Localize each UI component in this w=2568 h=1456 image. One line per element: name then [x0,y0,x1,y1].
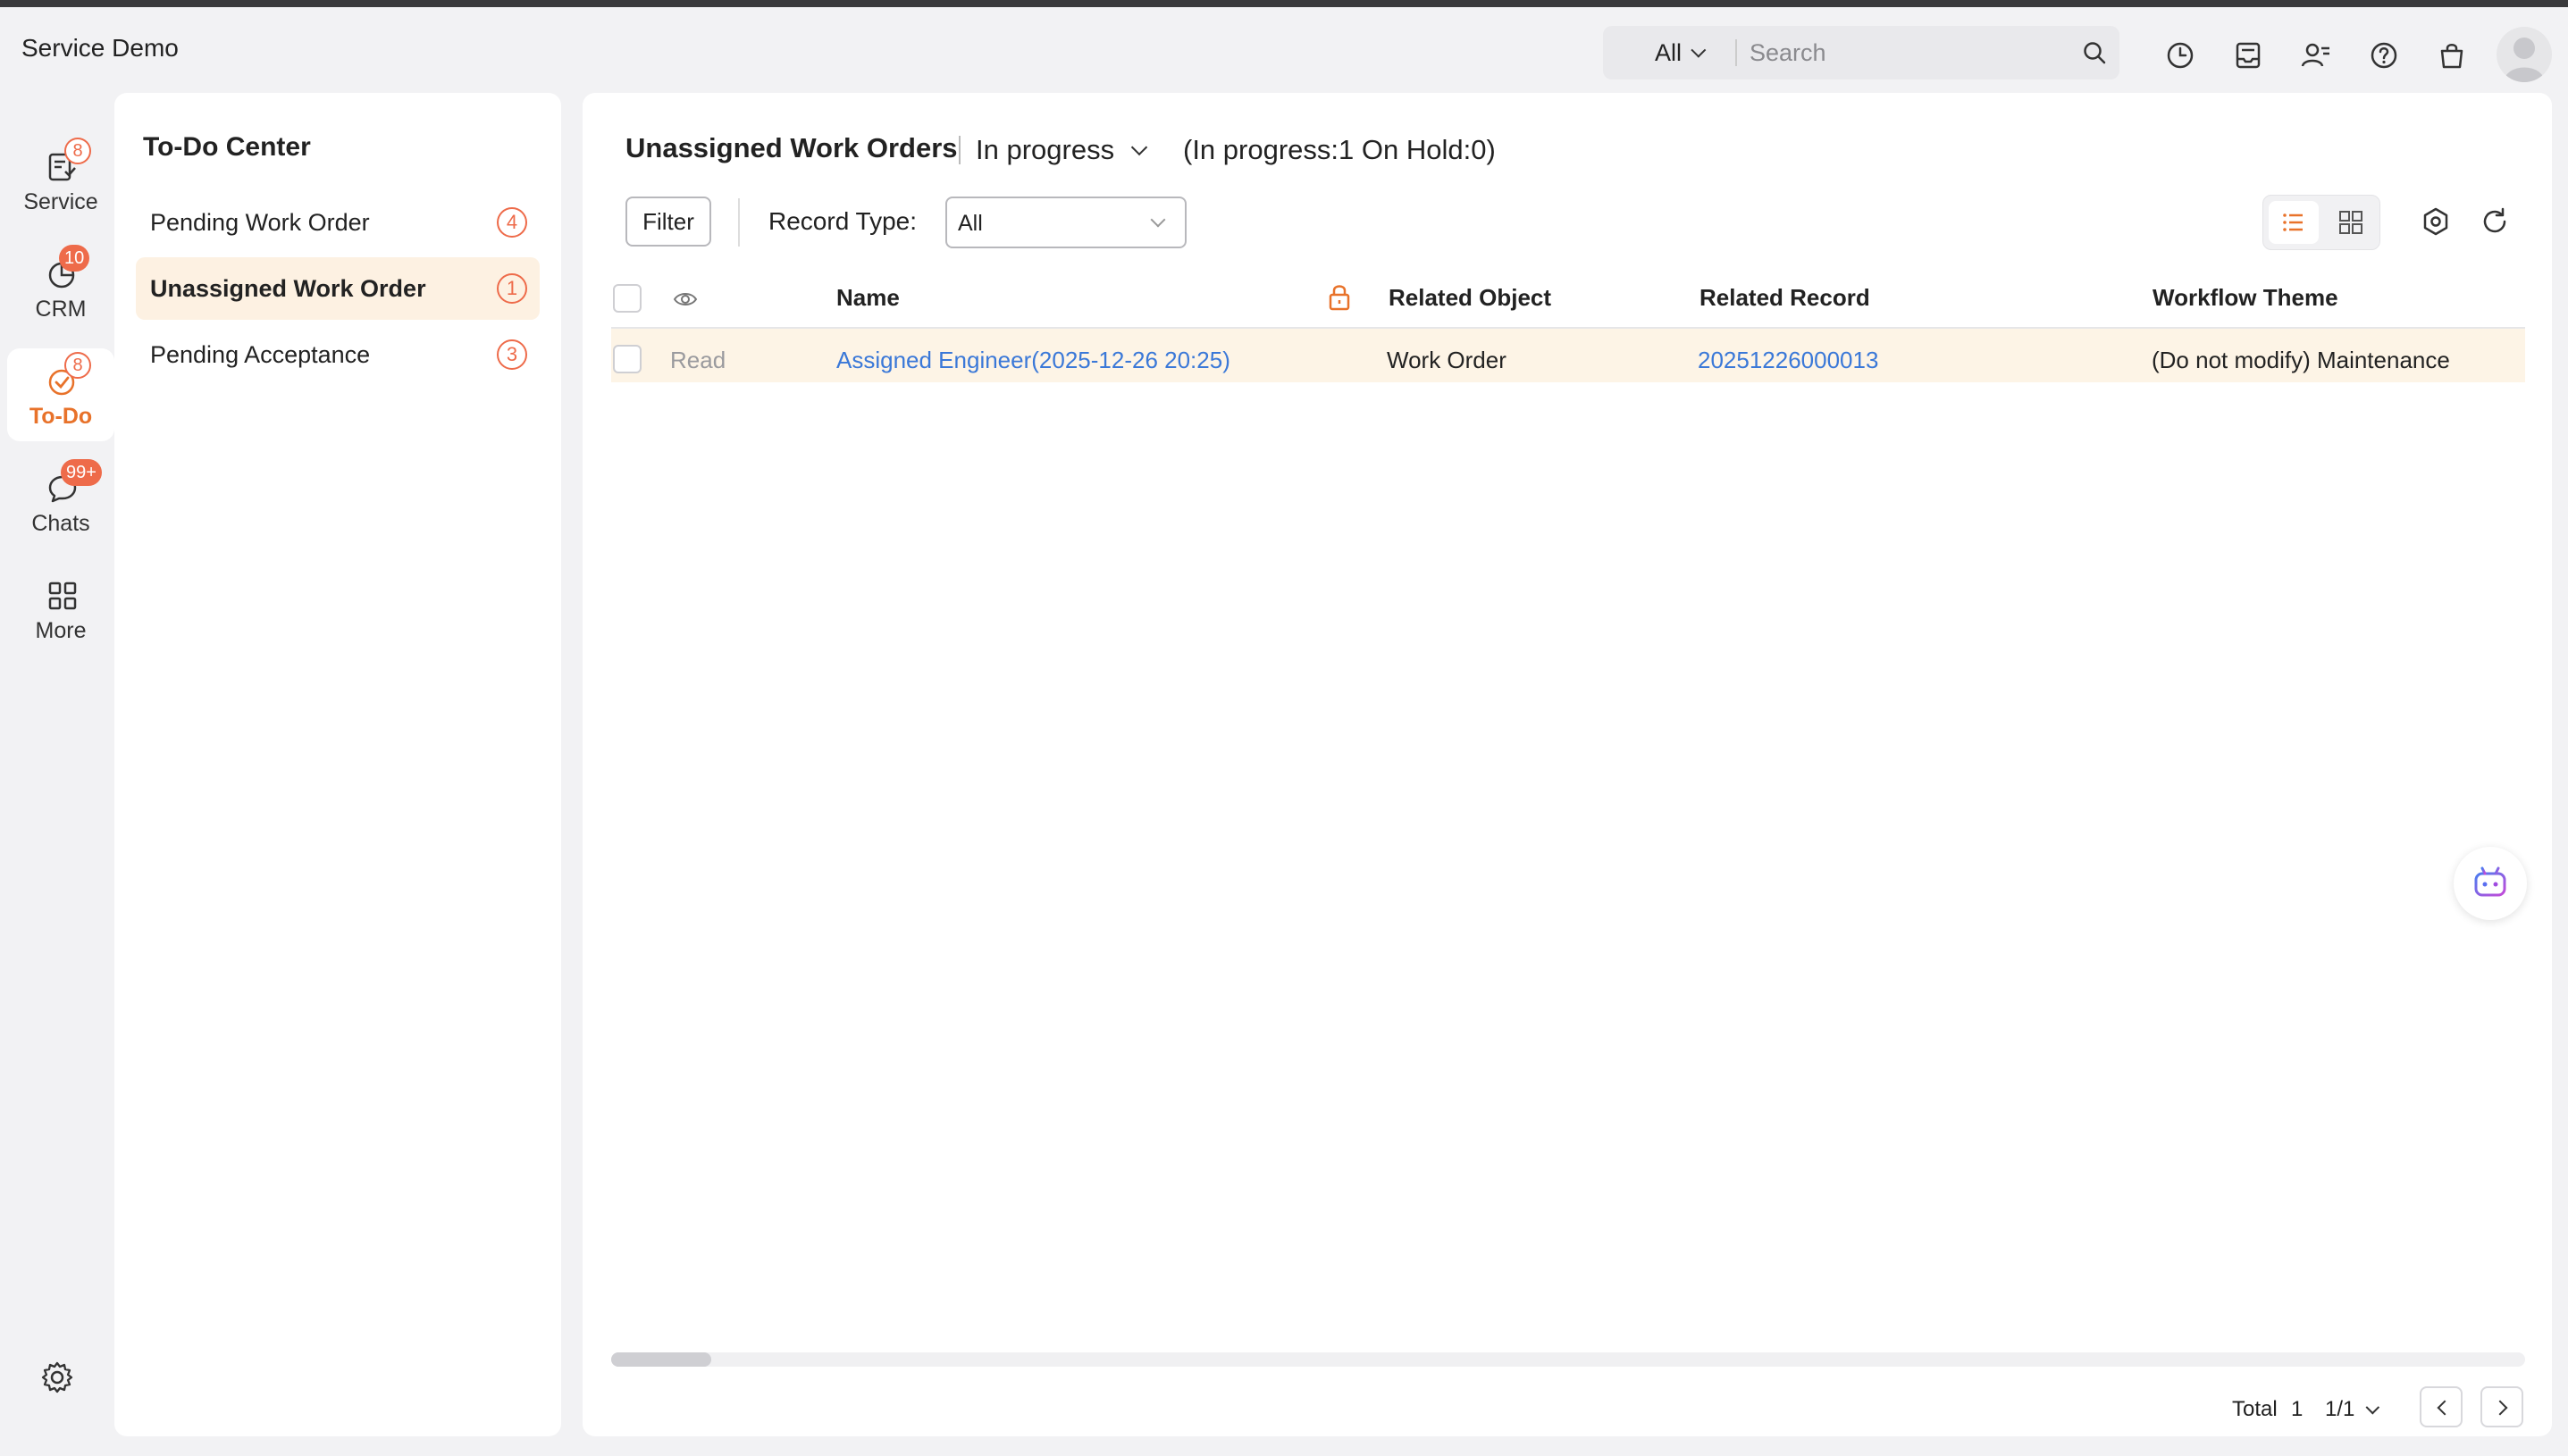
record-type-value: All [958,211,983,236]
chevron-down-icon [1691,42,1707,58]
window-top-border [0,0,2568,7]
column-header-name[interactable]: Name [836,284,900,312]
assistant-bot-button[interactable] [2454,847,2527,920]
grid-view-icon [2339,211,2362,234]
todo-item-count: 3 [497,339,527,370]
status-dropdown-label: In progress [976,134,1115,165]
app-title: Service Demo [21,34,179,62]
lock-icon[interactable] [1326,282,1353,313]
title-divider [959,136,961,164]
contacts-icon[interactable] [2300,39,2332,71]
page-selector[interactable]: 1/1 [2325,1397,2380,1422]
app-nav-rail: 8 Service 10 CRM 8 To-Do 99+ Chats More [0,93,114,1456]
avatar-placeholder-icon [2504,38,2545,82]
record-type-select[interactable]: All [945,197,1187,248]
scrollbar-thumb[interactable] [611,1352,711,1367]
global-search: All [1603,26,2119,79]
chevron-down-icon [1130,138,1148,155]
crm-badge: 10 [59,245,90,272]
row-related-record-link[interactable]: 20251226000013 [1698,347,1878,374]
rail-item-label: Service [23,189,98,214]
app-header: Service Demo All [0,7,2568,93]
todo-item-label: Unassigned Work Order [150,275,426,302]
select-all-checkbox[interactable] [613,284,642,313]
search-scope-dropdown[interactable]: All [1603,39,1726,67]
rail-item-todo[interactable]: 8 To-Do [7,348,114,441]
rail-item-more[interactable]: More [7,563,114,656]
row-workflow-theme: (Do not modify) Maintenance [2152,347,2450,373]
todo-item-label: Pending Acceptance [150,341,371,368]
todo-item-count: 4 [497,207,527,238]
toolbar-divider [738,198,740,247]
list-view-icon [2283,213,2303,231]
rail-item-label: To-Do [29,404,93,429]
row-name-link[interactable]: Assigned Engineer(2025-12-26 20:25) [836,347,1230,374]
help-icon[interactable] [2368,39,2400,71]
todo-center-panel: To-Do Center Pending Work Order 4 Unassi… [114,93,561,1436]
refresh-icon[interactable] [2479,205,2511,238]
row-checkbox[interactable] [613,345,642,373]
rail-item-label: Chats [31,511,90,536]
horizontal-scrollbar[interactable] [611,1352,2525,1367]
rail-item-chats[interactable]: 99+ Chats [7,456,114,548]
record-type-label: Record Type: [768,207,918,235]
todo-item-unassigned-work-order[interactable]: Unassigned Work Order 1 [136,257,540,320]
status-dropdown[interactable]: In progress [976,134,1148,166]
table-row[interactable]: Read Assigned Engineer(2025-12-26 20:25)… [611,329,2525,382]
chevron-down-icon [2365,1400,2380,1414]
rail-item-service[interactable]: 8 Service [7,134,114,227]
work-orders-panel: Unassigned Work Orders In progress (In p… [583,93,2552,1436]
prev-page-button[interactable] [2420,1386,2463,1427]
todo-badge: 8 [64,352,91,379]
column-settings-icon[interactable] [2420,205,2452,238]
service-badge: 8 [64,138,91,164]
search-scope-label: All [1655,38,1683,66]
settings-gear-icon[interactable] [39,1360,75,1395]
total-count: 1 [2291,1397,2304,1421]
column-header-workflow-theme[interactable]: Workflow Theme [2153,284,2338,312]
rail-item-label: CRM [35,297,87,322]
status-summary: (In progress:1 On Hold:0) [1183,134,1496,165]
todo-item-count: 1 [497,273,527,304]
chats-badge: 99+ [61,459,102,486]
total-label: Total [2232,1397,2278,1421]
page-indicator: 1/1 [2325,1397,2355,1421]
view-mode-toggle [2262,195,2380,250]
todo-item-label: Pending Work Order [150,209,370,236]
rail-item-label: More [35,618,87,643]
robot-icon [2474,866,2506,897]
todo-item-pending-work-order[interactable]: Pending Work Order 4 [136,191,540,254]
eye-icon [673,293,698,305]
column-header-related-object[interactable]: Related Object [1389,284,1551,312]
read-status: Read [670,347,726,373]
column-resizer[interactable] [1365,293,1367,309]
search-icon[interactable] [2082,40,2107,65]
page-title: Unassigned Work Orders [625,132,958,163]
todo-item-pending-acceptance[interactable]: Pending Acceptance 3 [136,323,540,386]
work-orders-table: Name Related Object Related Record Workf… [611,268,2525,382]
grid-view-button[interactable] [2326,201,2376,244]
chevron-down-icon [1150,212,1166,228]
pagination: Total 1 1/1 [2232,1386,2536,1429]
inbox-icon[interactable] [2232,39,2264,71]
search-divider [1735,39,1737,66]
todo-center-title: To-Do Center [143,132,311,162]
list-view-button[interactable] [2269,201,2319,244]
next-page-button[interactable] [2480,1386,2523,1427]
column-header-related-record[interactable]: Related Record [1699,284,1870,312]
shopping-bag-icon[interactable] [2436,39,2468,71]
history-icon[interactable] [2164,39,2196,71]
grid-icon [48,582,77,610]
row-related-object: Work Order [1387,347,1506,373]
chevron-left-icon [2437,1400,2453,1416]
filter-button[interactable]: Filter [625,197,711,247]
search-input[interactable] [1750,38,2071,67]
rail-item-crm[interactable]: 10 CRM [7,241,114,334]
chevron-right-icon [2492,1400,2508,1416]
table-header: Name Related Object Related Record Workf… [611,268,2525,329]
user-avatar[interactable] [2497,27,2552,82]
